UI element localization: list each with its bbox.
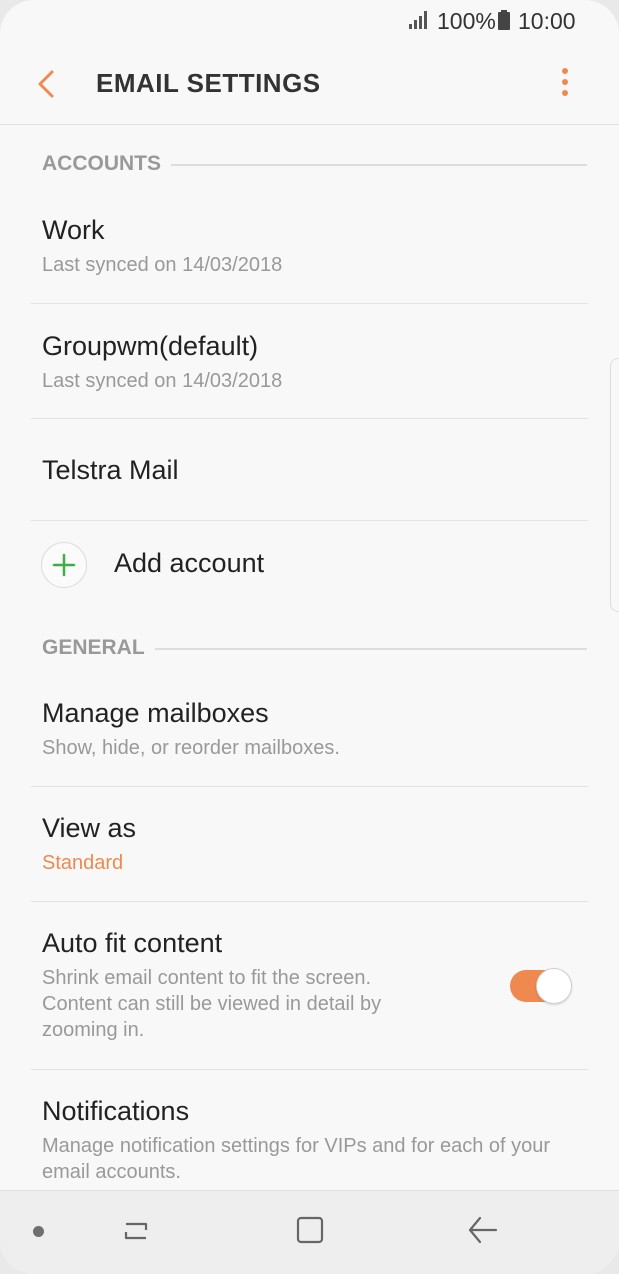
toggle-knob [536, 968, 572, 1004]
account-name: Work [42, 215, 105, 245]
section-header-accounts: ACCOUNTS [42, 152, 587, 182]
account-name: Groupwm(default) [42, 331, 259, 361]
home-icon[interactable] [292, 1212, 328, 1248]
view-as-item[interactable]: View as Standard [42, 813, 587, 876]
notifications-title: Notifications [42, 1096, 190, 1126]
add-account-button[interactable] [41, 542, 87, 588]
battery-percentage: 100% [437, 8, 496, 34]
divider [31, 303, 588, 304]
account-item-work[interactable]: Work Last synced on 14/03/2018 [42, 215, 587, 278]
account-sync-status: Last synced on 14/03/2018 [42, 370, 283, 392]
auto-fit-content-subtitle: Shrink email content to fit the screen. … [42, 967, 382, 1041]
account-item-telstra-mail[interactable]: Telstra Mail [42, 455, 587, 486]
clock: 10:00 [518, 8, 576, 34]
notifications-subtitle: Manage notification settings for VIPs an… [42, 1135, 551, 1183]
nav-back-icon[interactable] [462, 1212, 502, 1248]
view-as-value: Standard [42, 852, 124, 874]
manage-mailboxes-title: Manage mailboxes [42, 698, 269, 728]
divider [31, 520, 588, 521]
page-title: EMAIL SETTINGS [96, 68, 321, 98]
section-label-accounts: ACCOUNTS [42, 152, 171, 176]
section-header-general: GENERAL [42, 636, 587, 666]
phone-screen: 100% 10:00 EMAIL SETTINGS ACCOUNTS Work … [0, 0, 619, 1274]
nav-dot-indicator [33, 1226, 44, 1237]
account-name: Telstra Mail [42, 455, 179, 485]
account-item-groupwm[interactable]: Groupwm(default) Last synced on 14/03/20… [42, 331, 587, 394]
view-as-title: View as [42, 813, 137, 843]
battery-icon [498, 10, 510, 30]
status-bar: 100% 10:00 [0, 0, 619, 44]
manage-mailboxes-subtitle: Show, hide, or reorder mailboxes. [42, 737, 340, 759]
auto-fit-content-item[interactable]: Auto fit content Shrink email content to… [42, 928, 419, 1043]
divider [31, 1069, 588, 1070]
add-account-label[interactable]: Add account [114, 548, 264, 579]
section-label-general: GENERAL [42, 636, 155, 660]
auto-fit-content-toggle[interactable] [508, 966, 572, 1004]
divider [31, 418, 588, 419]
auto-fit-content-title: Auto fit content [42, 928, 223, 958]
plus-icon [52, 553, 76, 577]
more-vertical-icon[interactable] [552, 66, 578, 102]
recent-apps-icon[interactable] [118, 1212, 154, 1248]
back-arrow-icon[interactable] [32, 66, 62, 102]
account-sync-status: Last synced on 14/03/2018 [42, 254, 283, 276]
signal-icon [409, 11, 427, 29]
app-bar: EMAIL SETTINGS [0, 44, 619, 125]
edge-panel-handle[interactable] [610, 358, 619, 612]
divider [31, 901, 588, 902]
manage-mailboxes-item[interactable]: Manage mailboxes Show, hide, or reorder … [42, 698, 587, 761]
divider [31, 786, 588, 787]
notifications-item[interactable]: Notifications Manage notification settin… [42, 1096, 587, 1185]
